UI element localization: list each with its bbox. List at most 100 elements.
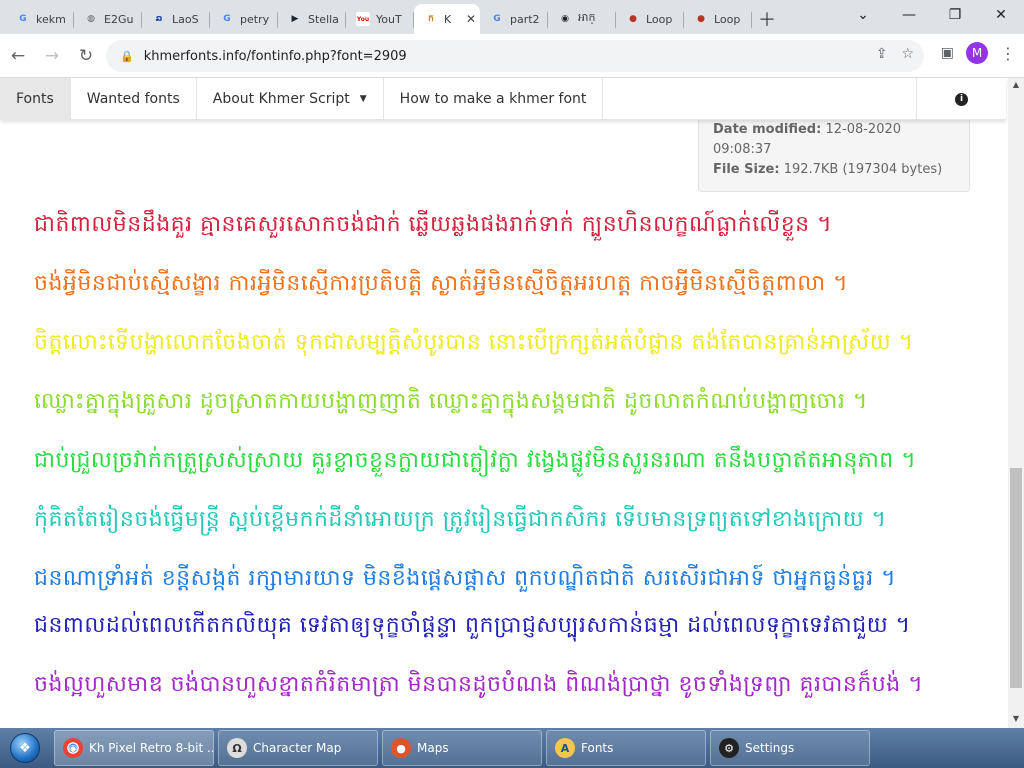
fonts-icon: A	[555, 738, 575, 758]
taskbar-app-fonts[interactable]: A Fonts	[546, 730, 706, 766]
tab-title: K	[444, 12, 452, 26]
tab-title: E2Gu	[104, 12, 134, 26]
khmer-line: ចង់ល្អហួសមាឌ ចង់បានហួសខ្នាតកំរិតមាត្រា ម…	[34, 672, 924, 697]
tab-title: Loop	[714, 12, 741, 26]
url-text: khmerfonts.info/fontinfo.php?font=2909	[143, 48, 407, 64]
tab-title: petry	[240, 12, 270, 26]
caret-down-icon: ▼	[359, 94, 367, 104]
browser-tab[interactable]: ◉ អាក្	[548, 4, 616, 34]
start-button[interactable]: ❖	[0, 728, 50, 768]
tab-close-icon[interactable]: ✕	[466, 12, 476, 26]
nav-wanted-fonts[interactable]: Wanted fonts	[71, 78, 197, 120]
page-viewport: Fonts Wanted fonts About Khmer Script ▼ H…	[0, 78, 1008, 728]
nav-about-label: About Khmer Script	[212, 91, 350, 107]
khmer-line: ចង់អ្វីមិនជាប់ស្មើសង្ខារ ការអ្វីមិនស្មើក…	[34, 271, 849, 296]
reload-button[interactable]: ↻	[70, 40, 102, 72]
khmer-line: ជនណាទ្រាំអត់ ខន្តីសង្កត់ រក្សាមារយាទ មិន…	[34, 566, 897, 591]
khmer-line: ជាតិពាលមិនដឹងគួរ គ្មានគេសួរសោកចង់ជាក់ ឆ្…	[34, 212, 833, 237]
back-button[interactable]: ←	[2, 40, 34, 72]
lock-icon: 🔒	[120, 49, 134, 63]
close-window-button[interactable]: ✕	[978, 0, 1024, 30]
windows-logo-icon: ❖	[10, 733, 40, 763]
browser-tab[interactable]: You YouT	[346, 4, 414, 34]
nav-how-to-label: How to make a khmer font	[399, 91, 587, 107]
taskbar-label: Kh Pixel Retro 8-bit ...	[89, 741, 214, 755]
tab-favicon-icon: ◉	[561, 14, 569, 24]
taskbar-app-chrome[interactable]: ◉ Kh Pixel Retro 8-bit ...	[54, 730, 214, 766]
tab-favicon-icon: You	[356, 12, 370, 26]
new-tab-button[interactable]: ＋	[752, 4, 782, 34]
info-button[interactable]: i	[916, 78, 1006, 120]
browser-tab[interactable]: ◍ E2Gu	[74, 4, 142, 34]
khmer-line: កុំគិតតែរៀនចង់ធ្វើមន្ត្រី ស្អប់ខ្ពើមកក់ដ…	[34, 507, 887, 532]
time-modified-value: 09:08:37	[713, 142, 772, 157]
browser-tab[interactable]: Gpetry	[210, 4, 278, 34]
date-modified-label: Date modified:	[713, 122, 822, 137]
tab-title: អាក្	[578, 11, 596, 24]
side-panel-icon[interactable]: ▣	[941, 45, 954, 61]
tab-title: kekm	[36, 12, 66, 26]
browser-tab[interactable]: ● Loop	[616, 4, 684, 34]
taskbar-app-charmap[interactable]: Ω Character Map	[218, 730, 378, 766]
maps-icon: ●	[391, 738, 411, 758]
profile-avatar[interactable]: M	[966, 42, 988, 64]
tab-favicon-icon: ◍	[87, 14, 95, 24]
tab-favicon-icon: ▶	[291, 14, 299, 24]
windows-taskbar: ❖ ◉ Kh Pixel Retro 8-bit ... Ω Character Ma…	[0, 728, 1024, 768]
browser-tab[interactable]: ລ LaoS	[142, 4, 210, 34]
tab-list: Gkekm ◍ E2Gu ລ LaoS Gpetry ▶ Stella You YouT ក K ✕ Gp…	[6, 4, 752, 34]
tab-title: Stella	[308, 12, 339, 26]
tab-favicon-icon: ●	[629, 14, 637, 24]
nav-fonts-label: Fonts	[16, 91, 54, 107]
taskbar-items: ◉ Kh Pixel Retro 8-bit ... Ω Character Map ●…	[50, 730, 870, 766]
tab-favicon-icon: G	[493, 14, 501, 24]
browser-tab[interactable]: ● Loop	[684, 4, 752, 34]
tab-favicon-icon: ●	[697, 14, 705, 24]
bookmark-star-icon[interactable]: ☆	[901, 46, 914, 62]
khmer-line: ជាប់ជ្រួលច្រវាក់កត្រួស្រស់ស្រាយ គួរខ្លាច…	[34, 448, 917, 473]
maximize-button[interactable]: ❐	[932, 0, 978, 30]
tab-favicon-icon: G	[19, 14, 27, 24]
chrome-icon: ◉	[63, 738, 83, 758]
menu-kebab-icon[interactable]: ⋮	[1000, 44, 1016, 63]
nav-about-khmer-script[interactable]: About Khmer Script ▼	[197, 78, 384, 120]
page-scrollbar[interactable]: ▲ ▼	[1008, 78, 1024, 728]
nav-fonts[interactable]: Fonts	[0, 78, 71, 120]
browser-tab[interactable]: Gpart2	[480, 4, 548, 34]
khmer-line: ចិត្តលោះទើបង្ហាលោកចែងចាត់ ទុកជាសម្បត្តិស…	[34, 330, 914, 355]
scroll-up-arrow-icon[interactable]: ▲	[1008, 80, 1024, 92]
browser-toolbar: ← → ↻ 🔒 khmerfonts.info/fontinfo.php?fon…	[0, 34, 1024, 78]
taskbar-label: Maps	[417, 741, 449, 755]
share-icon[interactable]: ⇪	[876, 46, 888, 62]
date-modified-value: 12-08-2020	[825, 122, 902, 137]
settings-icon: ⚙	[719, 738, 739, 758]
tab-title: YouT	[376, 12, 402, 26]
scroll-down-arrow-icon[interactable]: ▼	[1008, 714, 1024, 726]
nav-how-to-make-font[interactable]: How to make a khmer font	[384, 78, 604, 120]
tab-favicon-icon: G	[223, 14, 231, 24]
tab-title: part2	[510, 12, 540, 26]
info-icon: i	[955, 92, 968, 106]
tab-favicon-icon: ລ	[155, 14, 163, 24]
address-bar[interactable]: 🔒 khmerfonts.info/fontinfo.php?font=2909…	[106, 40, 924, 72]
minimize-button[interactable]: —	[886, 0, 932, 30]
taskbar-app-maps[interactable]: ● Maps	[382, 730, 542, 766]
tab-title: LaoS	[172, 12, 199, 26]
browser-tab[interactable]: ▶ Stella	[278, 4, 346, 34]
browser-tab[interactable]: ក K ✕	[414, 4, 480, 34]
tab-title: Loop	[646, 12, 673, 26]
font-metadata-panel: Date modified: 12-08-2020 09:08:37 File …	[698, 108, 970, 192]
nav-wanted-fonts-label: Wanted fonts	[86, 91, 180, 107]
file-size-label: File Size:	[713, 162, 780, 177]
site-navbar: Fonts Wanted fonts About Khmer Script ▼ H…	[0, 78, 1006, 120]
scrollbar-thumb[interactable]	[1010, 468, 1022, 688]
taskbar-label: Fonts	[581, 741, 614, 755]
khmer-line: ជនពាលដល់ពេលកើតកលិយុគ ទេវតាឲ្យទុក្ខចាំផ្ដ…	[34, 613, 911, 638]
taskbar-label: Settings	[745, 741, 795, 755]
browser-tab[interactable]: Gkekm	[6, 4, 74, 34]
taskbar-app-settings[interactable]: ⚙ Settings	[710, 730, 870, 766]
tab-search-icon[interactable]: ⌄	[840, 0, 886, 30]
forward-button[interactable]: →	[36, 40, 68, 72]
khmer-line: ឈ្លោះគ្នាក្នុងគ្រួសារ ដូចស្រាតកាយបង្ហាញញ…	[34, 389, 868, 414]
tab-favicon-icon: ក	[428, 13, 434, 24]
